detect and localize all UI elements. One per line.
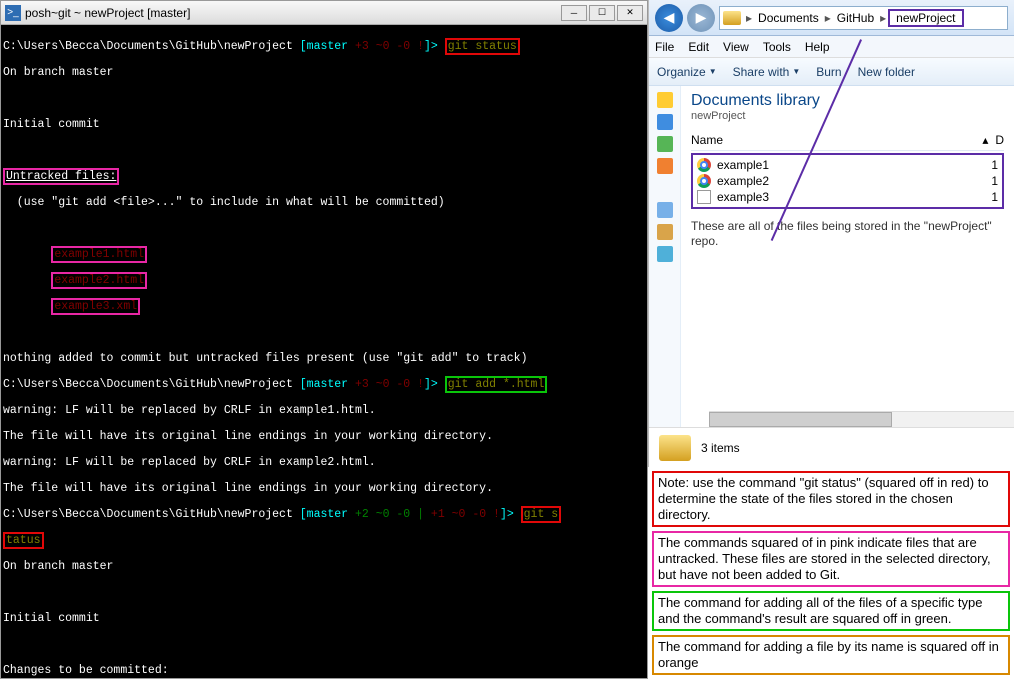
explorer-statusbar: 3 items bbox=[649, 427, 1014, 467]
music-icon[interactable] bbox=[657, 246, 673, 262]
cmd-git-add-html: git add *.html bbox=[445, 376, 548, 393]
explorer-nav: ◀ ▶ ▸ Documents ▸ GitHub ▸ newProject bbox=[649, 0, 1014, 36]
annotation-notes: Note: use the command "git status" (squa… bbox=[648, 467, 1014, 679]
maximize-button[interactable]: ☐ bbox=[589, 5, 615, 21]
explorer-annotation: These are all of the files being stored … bbox=[691, 219, 1004, 249]
menu-view[interactable]: View bbox=[723, 40, 749, 54]
window-title: posh~git ~ newProject [master] bbox=[25, 6, 561, 20]
nav-forward-button[interactable]: ▶ bbox=[687, 4, 715, 32]
terminal-output[interactable]: C:\Users\Becca\Documents\GitHub\newProje… bbox=[1, 25, 647, 678]
crumb-documents[interactable]: Documents bbox=[754, 11, 823, 25]
chevron-down-icon: ▼ bbox=[709, 67, 717, 76]
explorer-toolbar: Organize▼ Share with▼ Burn New folder bbox=[649, 58, 1014, 86]
menu-edit[interactable]: Edit bbox=[688, 40, 709, 54]
note-green: The command for adding all of the files … bbox=[652, 591, 1010, 631]
powershell-icon: >_ bbox=[5, 5, 21, 21]
toolbar-share[interactable]: Share with▼ bbox=[733, 65, 801, 79]
favorites-icon[interactable] bbox=[657, 92, 673, 108]
menu-tools[interactable]: Tools bbox=[763, 40, 791, 54]
note-red: Note: use the command "git status" (squa… bbox=[652, 471, 1010, 527]
chrome-icon bbox=[697, 158, 711, 172]
folder-icon bbox=[723, 11, 741, 25]
file-row[interactable]: example1 1 bbox=[697, 157, 998, 173]
document-icon bbox=[697, 190, 711, 204]
chevron-right-icon: ▸ bbox=[823, 11, 833, 25]
status-text: 3 items bbox=[701, 441, 740, 455]
cmd-git-status-wrap: git s bbox=[521, 506, 562, 523]
folder-icon bbox=[659, 435, 691, 461]
downloads-icon[interactable] bbox=[657, 136, 673, 152]
explorer-window: ◀ ▶ ▸ Documents ▸ GitHub ▸ newProject Fi… bbox=[648, 0, 1014, 467]
explorer-sidebar bbox=[649, 86, 681, 427]
titlebar: >_ posh~git ~ newProject [master] ─ ☐ ✕ bbox=[1, 1, 647, 25]
cmd-git-status: git status bbox=[445, 38, 520, 55]
file-list: example1 1 example2 1 example3 1 bbox=[691, 153, 1004, 209]
minimize-button[interactable]: ─ bbox=[561, 5, 587, 21]
note-pink: The commands squared of in pink indicate… bbox=[652, 531, 1010, 587]
file-row[interactable]: example2 1 bbox=[697, 173, 998, 189]
col-date[interactable]: D bbox=[995, 133, 1004, 147]
chrome-icon bbox=[697, 174, 711, 188]
menu-help[interactable]: Help bbox=[805, 40, 830, 54]
library-title: Documents library bbox=[691, 92, 1004, 110]
libraries-icon[interactable] bbox=[657, 202, 673, 218]
close-button[interactable]: ✕ bbox=[617, 5, 643, 21]
prompt-path: C:\Users\Becca\Documents\GitHub\newProje… bbox=[3, 40, 293, 53]
sort-indicator-icon: ▴ bbox=[975, 133, 995, 147]
terminal-window: >_ posh~git ~ newProject [master] ─ ☐ ✕ … bbox=[0, 0, 648, 679]
breadcrumb[interactable]: ▸ Documents ▸ GitHub ▸ newProject bbox=[719, 6, 1008, 30]
file-name: example1 bbox=[717, 158, 985, 172]
desktop-icon[interactable] bbox=[657, 114, 673, 130]
scrollbar-thumb[interactable] bbox=[709, 412, 892, 427]
chevron-right-icon: ▸ bbox=[744, 11, 754, 25]
nav-back-button[interactable]: ◀ bbox=[655, 4, 683, 32]
column-header[interactable]: Name ▴ D bbox=[691, 130, 1004, 151]
recent-icon[interactable] bbox=[657, 158, 673, 174]
file-name: example3 bbox=[717, 190, 985, 204]
untracked-header: Untracked files: bbox=[3, 168, 119, 185]
library-subtitle: newProject bbox=[691, 110, 1004, 122]
documents-icon[interactable] bbox=[657, 224, 673, 240]
toolbar-newfolder[interactable]: New folder bbox=[858, 65, 915, 79]
untracked-files-box: example1.html bbox=[51, 246, 147, 263]
toolbar-burn[interactable]: Burn bbox=[816, 65, 841, 79]
file-name: example2 bbox=[717, 174, 985, 188]
explorer-menu: File Edit View Tools Help bbox=[649, 36, 1014, 58]
crumb-github[interactable]: GitHub bbox=[833, 11, 878, 25]
chevron-down-icon: ▼ bbox=[792, 67, 800, 76]
note-orange: The command for adding a file by its nam… bbox=[652, 635, 1010, 675]
col-name[interactable]: Name bbox=[691, 133, 975, 147]
toolbar-organize[interactable]: Organize▼ bbox=[657, 65, 717, 79]
menu-file[interactable]: File bbox=[655, 40, 674, 54]
chevron-right-icon: ▸ bbox=[878, 11, 888, 25]
file-row[interactable]: example3 1 bbox=[697, 189, 998, 205]
explorer-main: Documents library newProject Name ▴ D ex… bbox=[681, 86, 1014, 427]
horizontal-scrollbar[interactable] bbox=[709, 411, 1014, 427]
crumb-newproject[interactable]: newProject bbox=[888, 9, 963, 27]
